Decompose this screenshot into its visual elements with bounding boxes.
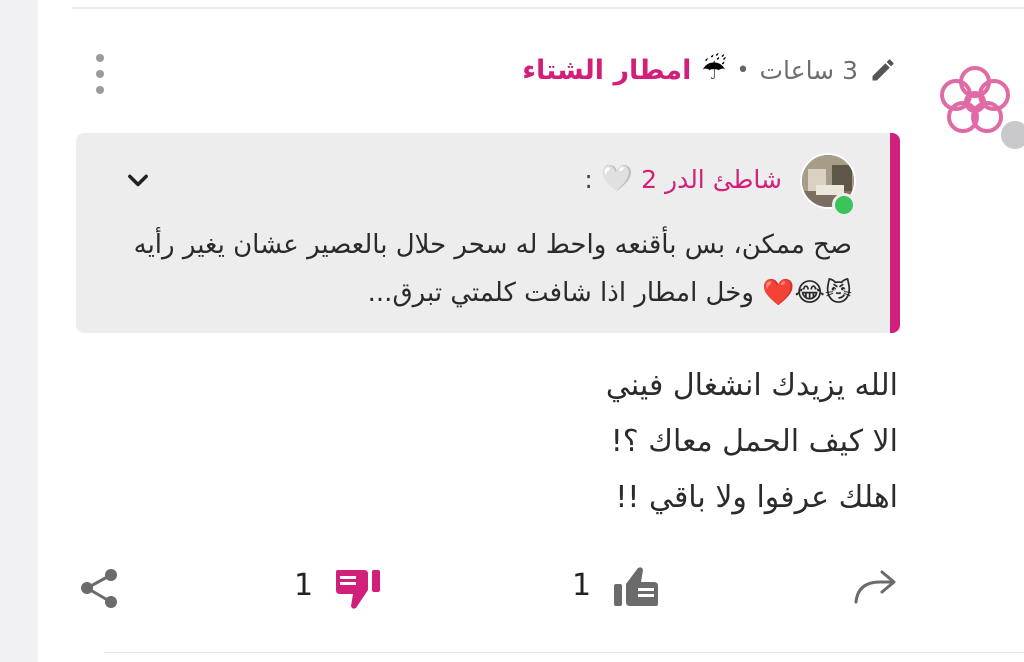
share-icon[interactable] — [78, 566, 122, 610]
separator-dot: • — [736, 57, 750, 83]
message-line: الا كيف الحمل معاك ؟! — [610, 424, 898, 459]
dislike-count: 1 — [294, 568, 314, 603]
reply-arrow-icon[interactable] — [850, 568, 900, 608]
more-vertical-icon[interactable] — [88, 54, 112, 94]
bottom-divider — [104, 652, 1024, 653]
quote-author-name[interactable]: شاطئ الدر 2 — [641, 165, 782, 194]
quoted-comment[interactable]: شاطئ الدر 2 🤍 : صح ممكن، بس بأقنعه واحط … — [76, 133, 900, 333]
like-count: 1 — [572, 568, 592, 603]
message-line: الله يزيدك انشغال فيني — [605, 368, 898, 403]
quote-header: شاطئ الدر 2 🤍 : — [584, 161, 782, 197]
comment-body: الله يزيدك انشغال فيني الا كيف الحمل معا… — [198, 358, 898, 526]
timestamp: 3 ساعات — [759, 55, 859, 85]
chevron-down-icon[interactable] — [124, 167, 152, 195]
white-heart-emoji: 🤍 — [600, 164, 634, 194]
quote-accent-bar — [890, 133, 900, 333]
comment-actions: 1 1 — [0, 560, 1024, 620]
pencil-icon — [868, 55, 898, 85]
online-status-dot — [832, 193, 856, 217]
umbrella-rain-emoji: ☔ — [701, 53, 727, 86]
comment-header: امطار الشتاء ☔ • 3 ساعات — [522, 48, 898, 92]
quote-text: صح ممكن، بس بأقنعه واحط له سحر حلال بالع… — [133, 230, 852, 308]
thumbs-down-icon[interactable] — [332, 566, 384, 612]
top-divider — [72, 7, 1024, 9]
thumbs-up-icon[interactable] — [610, 564, 662, 610]
quote-colon: : — [584, 164, 593, 194]
message-line: اهلك عرفوا ولا باقي !! — [615, 480, 898, 515]
author-name[interactable]: امطار الشتاء — [522, 55, 691, 86]
offline-status-dot — [998, 118, 1024, 152]
